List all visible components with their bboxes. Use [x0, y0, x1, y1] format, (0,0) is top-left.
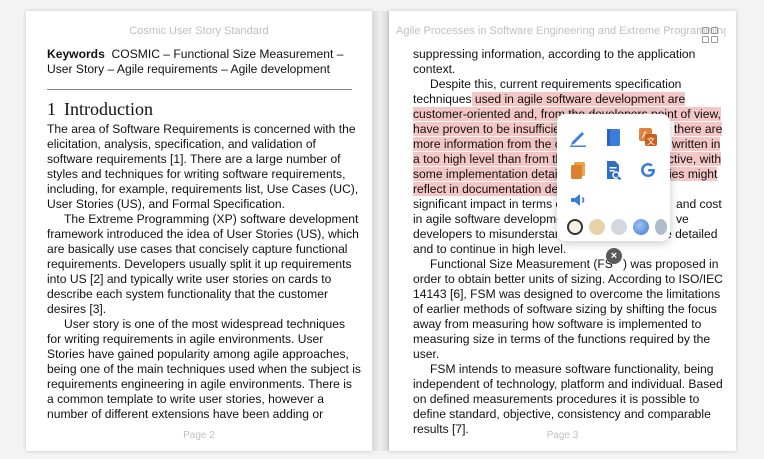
section-number: 1 — [47, 99, 56, 119]
text-line: e detailed — [665, 227, 718, 241]
translate-icon[interactable]: A 文 — [637, 126, 659, 148]
text-line: on defined measurements procedures it is… — [413, 392, 700, 406]
left-page-number: Page 2 — [183, 430, 215, 441]
text-line: 14143 [6], FSM was designed to overcome … — [413, 287, 721, 301]
google-icon[interactable] — [637, 159, 659, 181]
text-line: developers to misunderstan — [413, 227, 562, 241]
text-line: define standard, objective, consistency … — [413, 407, 711, 421]
keywords-line: COSMIC – Functional Size Measurement – — [111, 47, 344, 61]
text-line: of earlier methods of software sizing by… — [413, 302, 717, 316]
text-line: User story is one of the most widespread… — [64, 317, 345, 331]
text-line: into US [2] and typically write user sto… — [47, 272, 332, 286]
text-line: elicitation, analysis, specification, an… — [47, 137, 316, 151]
text-line: written in — [672, 137, 721, 152]
text-line: The Extreme Programming (XP) software de… — [64, 212, 359, 226]
text-line: being one of the main techniques used wh… — [47, 362, 361, 376]
highlighted-text[interactable]: used in agile software development are — [471, 92, 686, 106]
text-line: order to obtain better units of sizing. … — [413, 272, 723, 286]
text-line: desires [3]. — [47, 302, 107, 316]
section-title: Introduction — [64, 99, 153, 119]
text-line: significant impact in terms o — [413, 197, 563, 211]
color-swatch-slate[interactable] — [655, 219, 667, 235]
text-line: Despite this, current requirements speci… — [430, 77, 682, 91]
text-line: away from measuring how software is impl… — [413, 317, 702, 331]
text-line: and to continue in high level. — [413, 242, 567, 256]
highlighted-text[interactable]: ies might — [669, 167, 718, 181]
close-popup-button[interactable]: × — [606, 248, 622, 264]
selection-popup: A 文 — [557, 114, 670, 241]
text-line: results [7]. — [413, 422, 469, 436]
text-line: requirements. Developers usually split i… — [47, 257, 352, 271]
section-heading: 1 Introduction — [47, 99, 153, 120]
highlighted-text[interactable]: there are — [674, 122, 723, 136]
notebook-icon[interactable] — [602, 126, 624, 148]
divider — [47, 89, 352, 90]
text-line: software requirements [1]. There are a l… — [47, 152, 341, 166]
left-running-header: Cosmic User Story Standard — [129, 25, 269, 37]
text-line: ies might — [669, 167, 718, 182]
text-line: a common template to write user stories,… — [47, 392, 324, 406]
highlighted-text[interactable]: some implementation details — [413, 167, 567, 181]
text-line: FSM intends to measure software function… — [430, 362, 714, 376]
highlighted-text[interactable]: have proven to be insufficien — [413, 122, 567, 136]
text-line: user. — [413, 347, 440, 361]
color-swatch-cream[interactable] — [567, 219, 583, 235]
text-line: framework introduced the idea of User St… — [47, 227, 359, 241]
text-line: for writing requirements in agile enviro… — [47, 332, 324, 346]
color-swatch-gray[interactable] — [611, 219, 627, 235]
text-line: and cost — [676, 197, 722, 211]
speaker-icon[interactable] — [567, 189, 589, 211]
right-running-header: Agile Processes in Software Engineering … — [396, 25, 726, 37]
text-line: styles and techniques for writing softwa… — [47, 167, 346, 181]
text-line: more information from the c — [413, 137, 561, 152]
copy-icon[interactable] — [567, 159, 589, 181]
text-line: requirements engineering in agile enviro… — [47, 377, 352, 391]
highlighted-text[interactable]: more information from the c — [413, 137, 561, 151]
text-line: number of different extensions have been… — [47, 407, 324, 421]
text-line: independent of technology, platform and … — [413, 377, 723, 391]
text-line: suppressing information, according to th… — [413, 47, 696, 61]
text-line: measuring size in terms of the functions… — [413, 332, 711, 346]
highlighted-text[interactable]: written in — [672, 137, 721, 151]
text-line: reflect in documentation deb — [413, 182, 565, 197]
text-line: some implementation details — [413, 167, 567, 182]
document-search-icon[interactable] — [602, 159, 624, 181]
keywords-line: User Story – Agile requirements – Agile … — [47, 62, 331, 76]
keywords-label: Keywords — [47, 47, 105, 61]
text-line: ) was proposed in — [623, 257, 719, 271]
text-segment: techniques — [413, 92, 472, 106]
text-line: context. — [413, 62, 456, 76]
text-line: Functional Size Measurement (FS — [430, 257, 613, 271]
text-line: User Stories (US), and Formal Specificat… — [47, 197, 285, 211]
text-line: Stories have gained popularity among agi… — [47, 347, 349, 361]
text-line: there are — [674, 122, 723, 137]
svg-text:文: 文 — [647, 136, 655, 146]
text-line: techniques used in agile software develo… — [413, 92, 686, 107]
text-line: a too high level than from th — [413, 152, 563, 167]
book-spine — [372, 11, 389, 451]
highlighted-text[interactable]: reflect in documentation deb — [413, 182, 565, 196]
color-swatch-tan[interactable] — [589, 219, 605, 235]
color-swatch-blue[interactable] — [633, 219, 649, 235]
highlighted-text[interactable]: ctive, with — [668, 152, 722, 166]
highlighted-text[interactable]: a too high level than from th — [413, 152, 563, 166]
text-line: The area of Software Requirements is con… — [47, 122, 356, 136]
text-line: ve — [676, 212, 689, 226]
text-line: have proven to be insufficien — [413, 122, 567, 137]
text-line: describe each system functionality that … — [47, 287, 328, 301]
text-line: are basically use cases that concisely c… — [47, 242, 348, 256]
text-line: including, for example, requirements lis… — [47, 182, 359, 196]
text-line: in agile software developme — [413, 212, 563, 226]
text-line: ctive, with — [668, 152, 722, 167]
grid-view-icon[interactable] — [702, 27, 720, 45]
pen-icon[interactable] — [567, 126, 589, 148]
